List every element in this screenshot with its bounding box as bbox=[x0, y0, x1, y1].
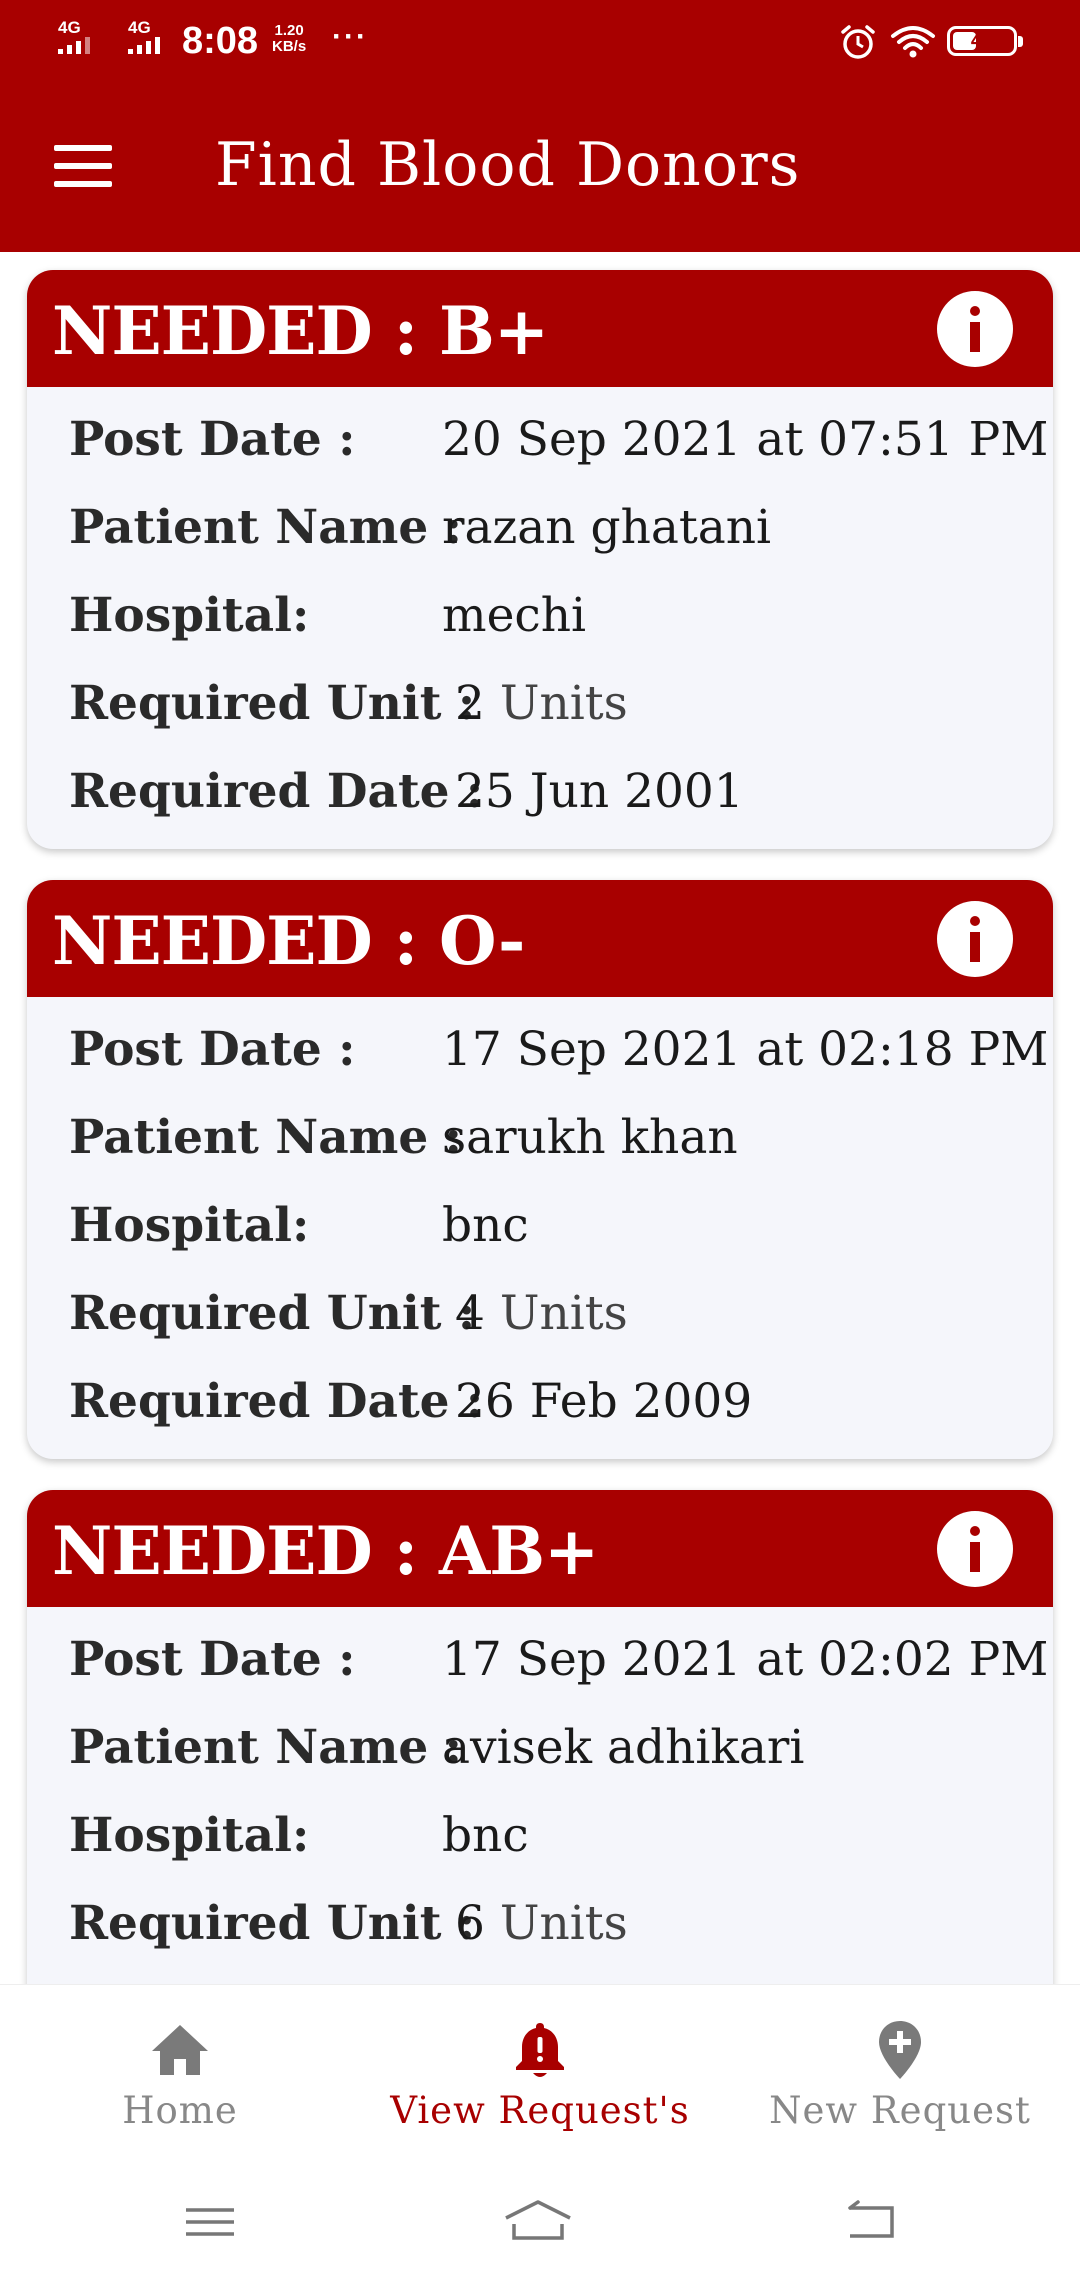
signal-icon: 4G bbox=[128, 18, 160, 57]
patient-name-value: avisek adhikari bbox=[442, 1720, 805, 1775]
unit-count: 6 bbox=[455, 1896, 485, 1951]
post-date-value: 17 Sep 2021 at 02:02 PM bbox=[442, 1632, 1049, 1687]
required-date-value: 26 Feb 2009 bbox=[455, 1374, 753, 1429]
patient-name-label: Patient Name : bbox=[69, 500, 463, 555]
unit-text: Units bbox=[499, 1286, 628, 1341]
required-unit-row: Required Unit : 4 Units bbox=[27, 1274, 1053, 1362]
hospital-row: Hospital: bnc bbox=[27, 1186, 1053, 1274]
patient-name-value: razan ghatani bbox=[442, 500, 772, 555]
post-date-value: 20 Sep 2021 at 07:51 PM bbox=[442, 412, 1049, 467]
recent-apps-icon[interactable] bbox=[180, 2194, 240, 2250]
location-add-icon bbox=[879, 2021, 921, 2079]
required-unit-label: Required Unit : bbox=[69, 1896, 476, 1951]
hospital-value: bnc bbox=[442, 1198, 529, 1253]
hospital-label: Hospital: bbox=[69, 588, 310, 643]
blood-group-title: NEEDED : O- bbox=[52, 902, 525, 980]
info-icon[interactable] bbox=[937, 901, 1013, 977]
app-title: Find Blood Donors bbox=[215, 130, 801, 200]
post-date-row: Post Date : 17 Sep 2021 at 02:02 PM bbox=[27, 1620, 1053, 1708]
required-unit-value: 2 Units bbox=[455, 676, 628, 731]
patient-name-value: sarukh khan bbox=[442, 1110, 738, 1165]
bell-alert-icon bbox=[516, 2023, 564, 2077]
status-time: 8:08 bbox=[182, 20, 259, 62]
hospital-row: Hospital: bnc bbox=[27, 1796, 1053, 1884]
post-date-row: Post Date : 20 Sep 2021 at 07:51 PM bbox=[27, 400, 1053, 488]
blood-group-title: NEEDED : AB+ bbox=[52, 1512, 599, 1590]
speed-value: 1.20 bbox=[274, 22, 304, 39]
required-unit-value: 4 Units bbox=[455, 1286, 628, 1341]
hospital-label: Hospital: bbox=[69, 1808, 310, 1863]
card-body: Post Date : 17 Sep 2021 at 02:02 PM Pati… bbox=[27, 1607, 1053, 1972]
nav-view-requests-label: View Request's bbox=[390, 2089, 690, 2132]
card-body: Post Date : 20 Sep 2021 at 07:51 PM Pati… bbox=[27, 387, 1053, 849]
request-card[interactable]: NEEDED : AB+ Post Date : 17 Sep 2021 at … bbox=[27, 1490, 1053, 1984]
blood-group-title: NEEDED : B+ bbox=[52, 292, 549, 370]
card-body: Post Date : 17 Sep 2021 at 02:18 PM Pati… bbox=[27, 997, 1053, 1459]
required-unit-label: Required Unit : bbox=[69, 676, 476, 731]
bottom-navigation: Home View Request's New Request bbox=[0, 1984, 1080, 2164]
patient-name-row: Patient Name : sarukh khan bbox=[27, 1098, 1053, 1186]
info-icon[interactable] bbox=[937, 1511, 1013, 1587]
more-notifications-icon: ··· bbox=[332, 20, 368, 53]
hospital-value: mechi bbox=[442, 588, 587, 643]
network-type-1: 4G bbox=[58, 18, 81, 37]
post-date-label: Post Date : bbox=[69, 1022, 356, 1077]
nav-home-label: Home bbox=[122, 2089, 238, 2132]
post-date-row: Post Date : 17 Sep 2021 at 02:18 PM bbox=[27, 1010, 1053, 1098]
app-bar: Find Blood Donors bbox=[0, 80, 1080, 252]
unit-count: 2 bbox=[455, 676, 485, 731]
status-bar: 4G 4G 8:08 1.20 KB/s ··· 40 bbox=[0, 0, 1080, 80]
post-date-label: Post Date : bbox=[69, 1632, 356, 1687]
battery-percent: 40 bbox=[970, 29, 994, 52]
wifi-icon bbox=[891, 26, 935, 58]
back-icon[interactable] bbox=[840, 2194, 900, 2250]
required-unit-row: Required Unit : 6 Units bbox=[27, 1884, 1053, 1972]
nav-home[interactable]: Home bbox=[0, 1985, 360, 2165]
required-date-label: Required Date : bbox=[69, 764, 484, 819]
nav-new-request-label: New Request bbox=[769, 2089, 1031, 2132]
required-unit-row: Required Unit : 2 Units bbox=[27, 664, 1053, 752]
request-card[interactable]: NEEDED : O- Post Date : 17 Sep 2021 at 0… bbox=[27, 880, 1053, 1459]
required-date-label: Required Date : bbox=[69, 1374, 484, 1429]
required-unit-label: Required Unit : bbox=[69, 1286, 476, 1341]
battery-icon: 40 bbox=[947, 26, 1023, 56]
unit-count: 4 bbox=[455, 1286, 485, 1341]
hospital-value: bnc bbox=[442, 1808, 529, 1863]
hospital-row: Hospital: mechi bbox=[27, 576, 1053, 664]
request-list[interactable]: NEEDED : B+ Post Date : 20 Sep 2021 at 0… bbox=[0, 252, 1080, 1984]
required-date-row: Required Date : 25 Jun 2001 bbox=[27, 752, 1053, 840]
hospital-label: Hospital: bbox=[69, 1198, 310, 1253]
signal-icon: 4G bbox=[58, 18, 90, 57]
card-header: NEEDED : B+ bbox=[27, 270, 1053, 387]
network-speed: 1.20 KB/s bbox=[272, 23, 306, 55]
nav-view-requests[interactable]: View Request's bbox=[360, 1985, 720, 2165]
home-gesture-icon[interactable] bbox=[500, 2194, 576, 2250]
card-header: NEEDED : AB+ bbox=[27, 1490, 1053, 1607]
required-date-value: 25 Jun 2001 bbox=[455, 764, 744, 819]
hamburger-menu-icon[interactable] bbox=[54, 145, 114, 187]
alarm-icon bbox=[841, 25, 875, 59]
required-unit-value: 6 Units bbox=[455, 1896, 628, 1951]
info-icon[interactable] bbox=[937, 291, 1013, 367]
nav-new-request[interactable]: New Request bbox=[720, 1985, 1080, 2165]
speed-unit: KB/s bbox=[272, 38, 307, 55]
home-icon bbox=[152, 2025, 208, 2075]
network-type-2: 4G bbox=[128, 18, 151, 37]
patient-name-label: Patient Name : bbox=[69, 1720, 463, 1775]
request-card[interactable]: NEEDED : B+ Post Date : 20 Sep 2021 at 0… bbox=[27, 270, 1053, 849]
required-date-row: Required Date : 26 Feb 2009 bbox=[27, 1362, 1053, 1450]
patient-name-row: Patient Name : razan ghatani bbox=[27, 488, 1053, 576]
unit-text: Units bbox=[499, 676, 628, 731]
post-date-value: 17 Sep 2021 at 02:18 PM bbox=[442, 1022, 1049, 1077]
patient-name-row: Patient Name : avisek adhikari bbox=[27, 1708, 1053, 1796]
post-date-label: Post Date : bbox=[69, 412, 356, 467]
patient-name-label: Patient Name : bbox=[69, 1110, 463, 1165]
unit-text: Units bbox=[499, 1896, 628, 1951]
card-header: NEEDED : O- bbox=[27, 880, 1053, 997]
system-navigation bbox=[0, 2164, 1080, 2280]
